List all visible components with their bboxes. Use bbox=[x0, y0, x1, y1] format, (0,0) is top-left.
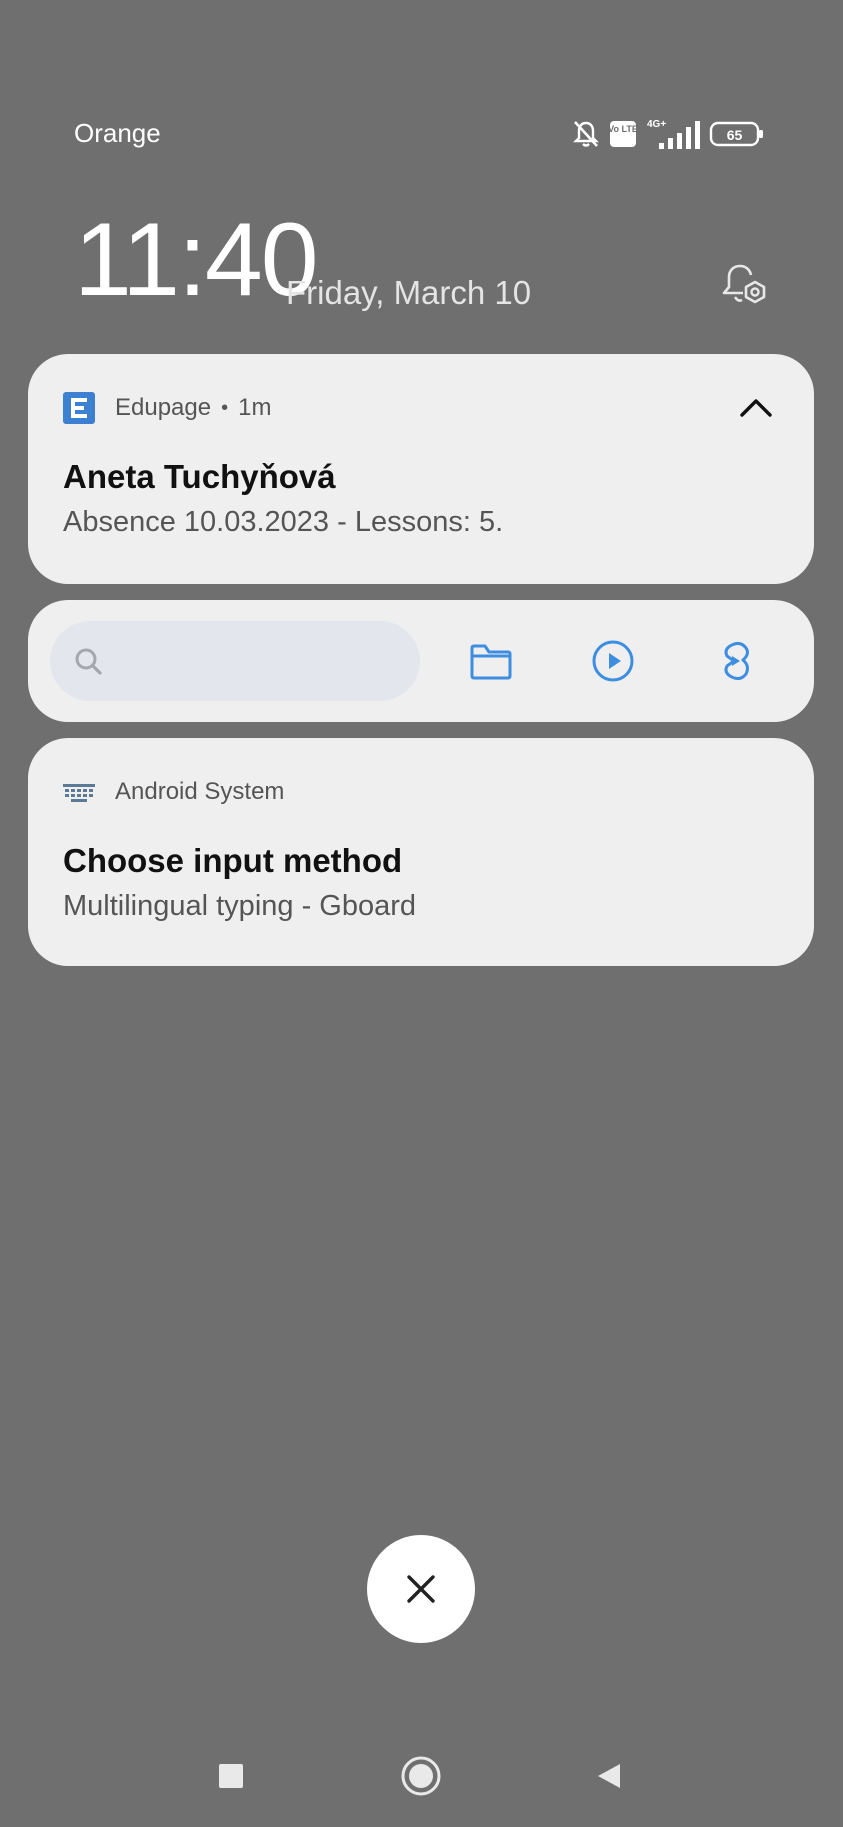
bell-off-icon bbox=[571, 119, 601, 149]
notification-app-name: Edupage bbox=[115, 394, 212, 421]
signal-icon: 4G+ bbox=[645, 117, 701, 151]
notification-card-android-system[interactable]: Android System Choose input method Multi… bbox=[28, 738, 814, 966]
svg-text:4G+: 4G+ bbox=[647, 119, 666, 130]
status-icons: Vo LTE 4G+ 65 bbox=[571, 112, 765, 156]
back-triangle-icon bbox=[598, 1764, 620, 1788]
svg-text:Vo LTE: Vo LTE bbox=[609, 124, 637, 134]
notification-header: Android System bbox=[63, 776, 284, 808]
notification-text: Absence 10.03.2023 - Lessons: 5. bbox=[63, 506, 504, 538]
recents-button[interactable] bbox=[205, 1750, 257, 1802]
search-input[interactable] bbox=[50, 621, 420, 701]
square-icon bbox=[219, 1764, 243, 1788]
battery-icon: 65 bbox=[709, 120, 765, 148]
quick-toolbar bbox=[28, 600, 814, 722]
video-icon[interactable] bbox=[588, 636, 638, 686]
files-icon[interactable] bbox=[466, 636, 516, 686]
circle-icon bbox=[401, 1756, 441, 1796]
shortcut-icon[interactable] bbox=[710, 636, 760, 686]
notification-settings-icon[interactable] bbox=[716, 260, 770, 314]
keyboard-icon bbox=[63, 784, 95, 802]
back-button[interactable] bbox=[583, 1750, 635, 1802]
notification-app-name: Android System bbox=[115, 778, 285, 805]
lockscreen-date: Friday, March 10 bbox=[286, 274, 532, 311]
notification-time: 1m bbox=[238, 394, 272, 421]
volte-icon: Vo LTE bbox=[609, 120, 637, 148]
close-icon bbox=[407, 1575, 435, 1603]
notification-header: Edupage • 1m bbox=[63, 392, 271, 424]
svg-text:65: 65 bbox=[727, 127, 743, 143]
status-bar: Orange Vo LTE 4G+ 65 bbox=[0, 112, 843, 156]
home-button[interactable] bbox=[395, 1750, 447, 1802]
clear-all-button[interactable] bbox=[367, 1535, 475, 1643]
lockscreen-clock: 11:40 bbox=[74, 202, 319, 318]
notification-title: Aneta Tuchyňová bbox=[63, 458, 336, 495]
separator-dot: • bbox=[221, 396, 229, 419]
notification-text: Multilingual typing - Gboard bbox=[63, 890, 417, 922]
notification-title: Choose input method bbox=[63, 842, 403, 879]
collapse-chevron-icon[interactable] bbox=[736, 388, 776, 428]
carrier-name: Orange bbox=[74, 118, 161, 148]
edupage-icon bbox=[63, 392, 95, 424]
notification-card-edupage[interactable]: Edupage • 1m Aneta Tuchyňová Absence 10.… bbox=[28, 354, 814, 584]
search-icon bbox=[75, 648, 102, 675]
